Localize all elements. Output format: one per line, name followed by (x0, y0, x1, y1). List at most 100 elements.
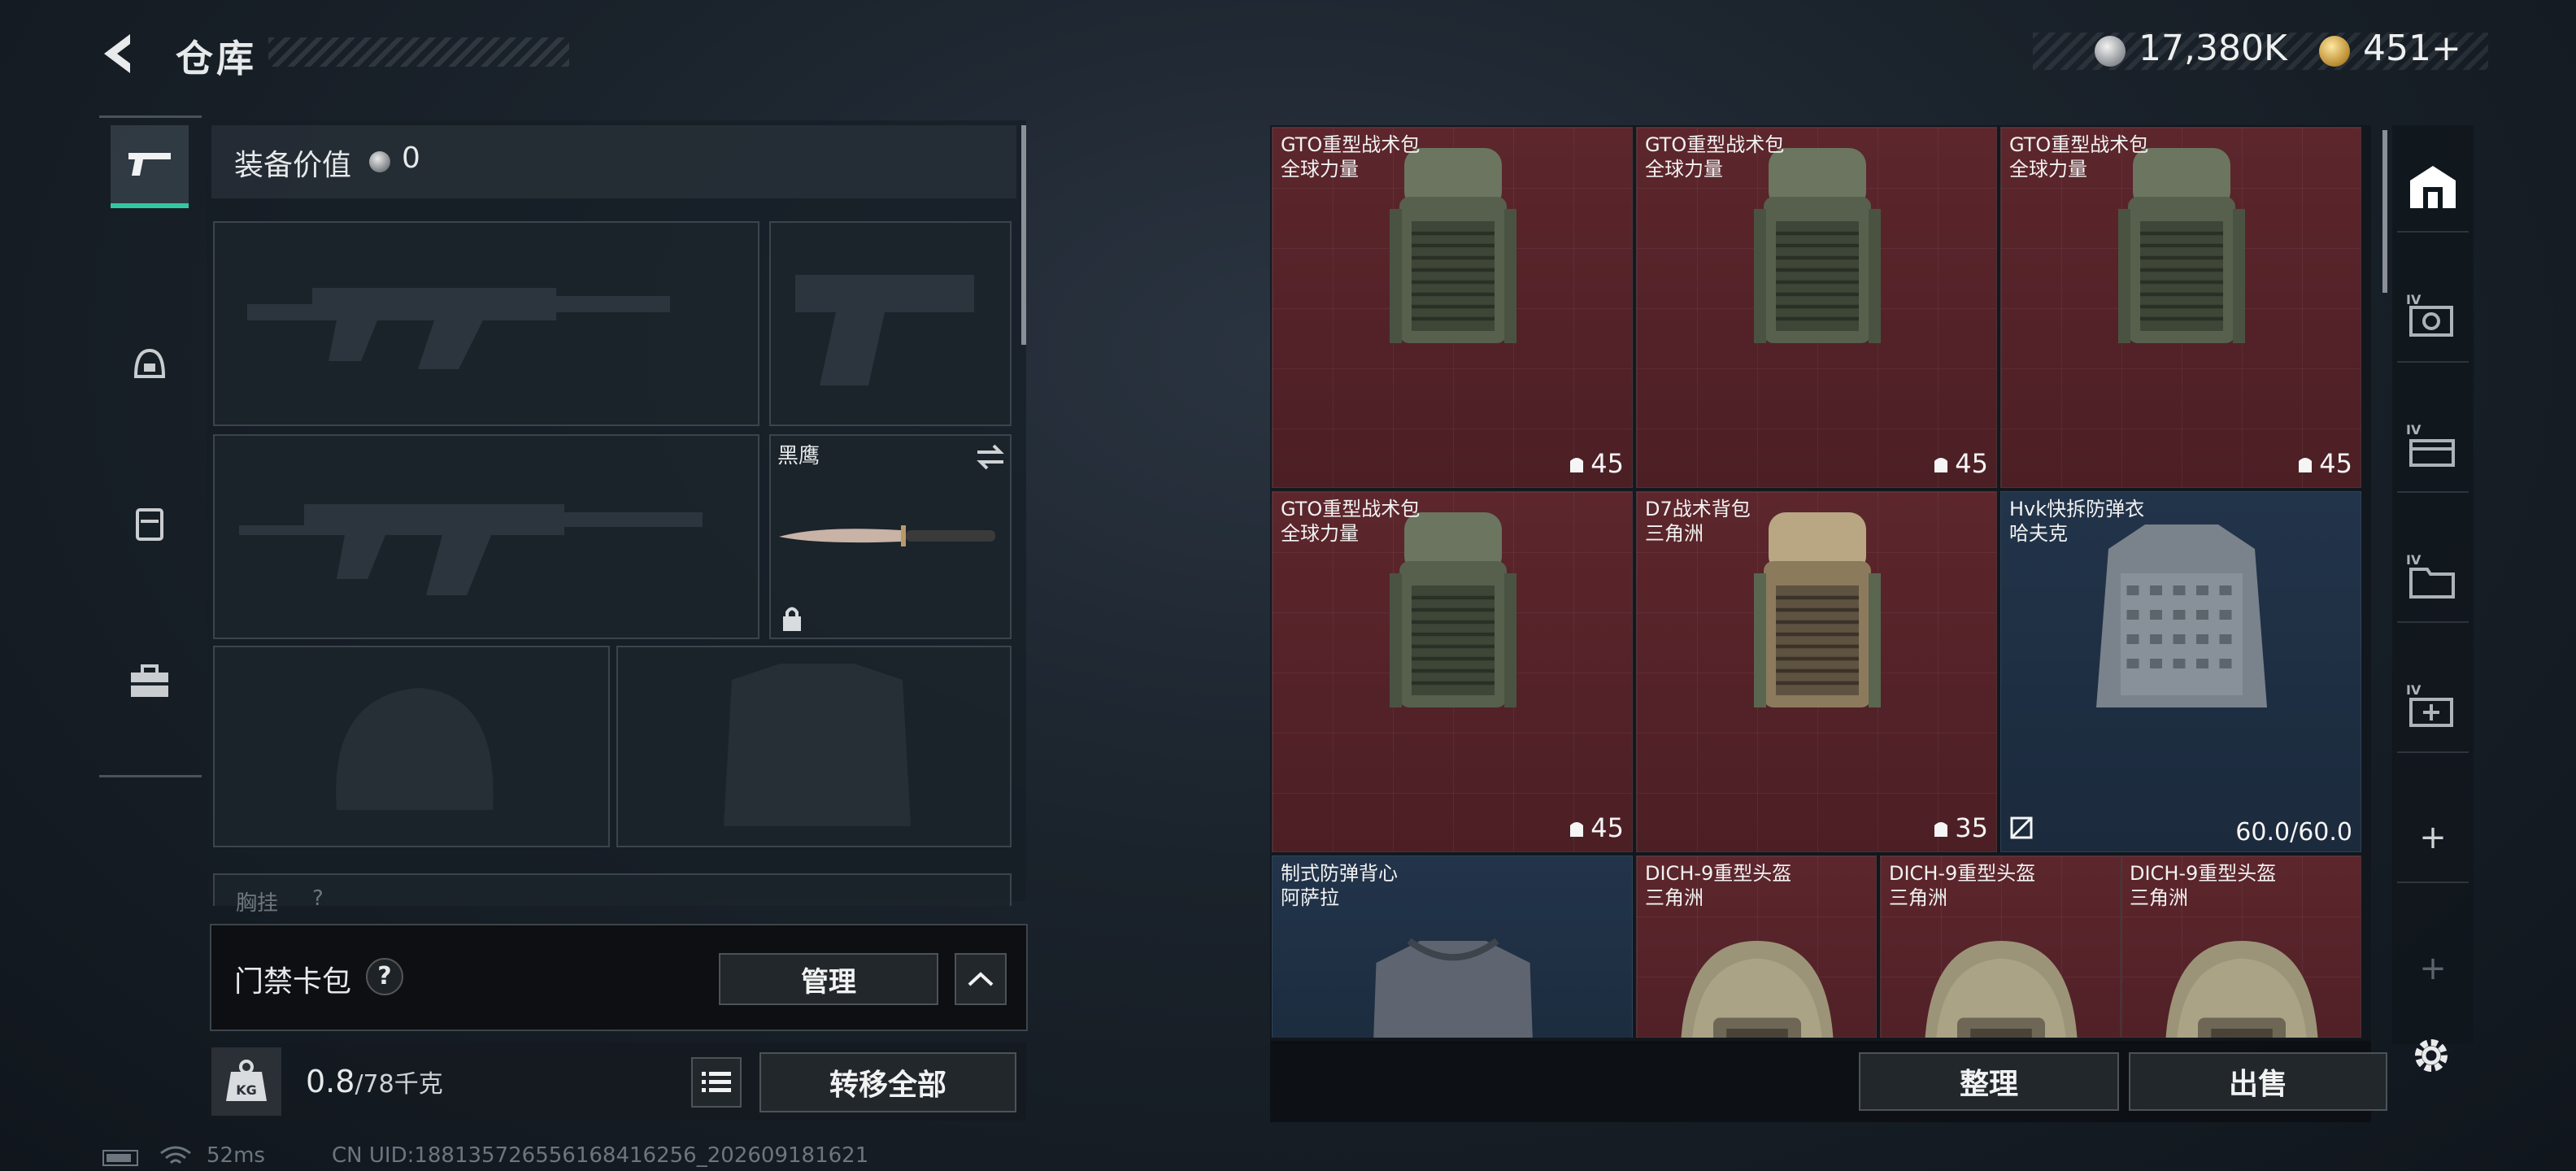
storage-box-icon: IV (2406, 422, 2455, 467)
backpack-icon (1390, 148, 1516, 343)
item-capacity: 45 (2296, 448, 2352, 479)
tab-main-storage[interactable] (2397, 143, 2469, 233)
helmet-silhouette-icon (336, 688, 494, 810)
equipment-value: 0 (402, 141, 420, 175)
capacity-icon (1934, 822, 1948, 837)
toolbox-icon (131, 664, 168, 697)
primary-weapon-slot[interactable] (213, 221, 759, 426)
storage-item[interactable]: DICH-9重型头盔 三角洲 (2121, 855, 2361, 1038)
lock-icon (783, 607, 801, 631)
swap-icon[interactable] (974, 442, 1007, 472)
item-source: 三角洲 (1645, 522, 1704, 545)
helmet-tab-icon (133, 348, 166, 378)
transfer-all-button[interactable]: 转移全部 (759, 1052, 1016, 1112)
weight-max: /78千克 (355, 1070, 443, 1099)
value-coin-icon (369, 151, 390, 172)
helmet-icon (2165, 941, 2318, 1038)
storage-item[interactable]: Hvk快拆防弹衣 哈夫克 60.0/60.0 (2000, 491, 2361, 852)
svg-text:IV: IV (2406, 422, 2422, 437)
svg-text:IV: IV (2406, 682, 2422, 698)
wifi-icon (160, 1146, 191, 1164)
equipment-scrollbar[interactable] (1021, 125, 1026, 345)
storage-item[interactable]: 制式防弹背心 阿萨拉 (1272, 855, 1633, 1038)
item-name: D7战术背包 (1645, 498, 1751, 520)
item-name: DICH-9重型头盔 (2130, 862, 2277, 885)
tab-helmet[interactable] (111, 325, 189, 403)
melee-name: 黑鹰 (777, 444, 820, 468)
item-source: 哈夫克 (2009, 522, 2068, 545)
storage-grid: GTO重型战术包 全球力量 45 GTO重型战术包 全球力量 45 GTO重型战术包 全球力量… (1272, 127, 2371, 1038)
sell-button[interactable]: 出售 (2129, 1052, 2387, 1111)
capacity-icon (1570, 822, 1584, 837)
plain-vest-icon (1373, 938, 1533, 1038)
body-armor-slot[interactable] (616, 646, 1012, 847)
chest-rig-slot[interactable]: 胸挂 ? (213, 873, 1012, 916)
item-source: 全球力量 (1281, 522, 1359, 545)
weight-readout: 0.8/78千克 (306, 1064, 443, 1099)
add-storage-button-disabled: + (2419, 950, 2447, 987)
back-arrow-icon[interactable] (98, 29, 146, 78)
kg-weight-icon: KG (226, 1060, 267, 1101)
storage-item[interactable]: GTO重型战术包 全球力量 45 (2000, 127, 2361, 488)
item-capacity: 35 (1932, 812, 1988, 843)
access-card-help-icon[interactable]: ? (366, 958, 403, 995)
tan-backpack-icon (1754, 512, 1881, 707)
storage-item[interactable]: DICH-9重型头盔 三角洲 (1880, 855, 2121, 1038)
gold-currency-amount[interactable]: 451+ (2363, 28, 2461, 69)
body-armor-icon (2096, 525, 2267, 707)
title-decoration (268, 37, 569, 67)
capacity-icon (1570, 458, 1584, 472)
item-source: 三角洲 (1645, 886, 1704, 909)
tab-storage-iv-camera[interactable]: IV (2397, 273, 2469, 363)
armor-tab-icon (136, 508, 163, 541)
helmet-slot[interactable] (213, 646, 610, 847)
secondary-weapon-slot[interactable] (213, 434, 759, 639)
user-uid: CN UID:188135726556168416256_20260918162… (332, 1143, 869, 1168)
item-name: DICH-9重型头盔 (1645, 862, 1792, 885)
storage-item[interactable]: GTO重型战术包 全球力量 45 (1636, 127, 1997, 488)
storage-item[interactable]: DICH-9重型头盔 三角洲 (1636, 855, 1877, 1038)
storage-item[interactable]: GTO重型战术包 全球力量 45 (1272, 127, 1633, 488)
tab-storage-iv-medical[interactable]: IV (2397, 664, 2469, 753)
chest-rig-help-icon[interactable]: ? (312, 886, 324, 911)
tab-storage-iv-box[interactable]: IV (2397, 403, 2469, 493)
knife-icon (779, 525, 995, 546)
capacity-icon (1934, 458, 1948, 472)
item-name: GTO重型战术包 (1281, 133, 1421, 156)
gear-icon[interactable] (2408, 1033, 2454, 1078)
silver-coin-icon (2095, 36, 2126, 67)
storage-item[interactable]: D7战术背包 三角洲 35 (1636, 491, 1997, 852)
storage-item[interactable]: GTO重型战术包 全球力量 45 (1272, 491, 1633, 852)
helmet-icon (1681, 941, 1834, 1038)
rifle-silhouette-icon (247, 288, 670, 369)
storage-scrollbar[interactable] (2382, 130, 2387, 293)
list-view-button[interactable] (691, 1057, 742, 1108)
melee-slot[interactable]: 黑鹰 (769, 434, 1012, 639)
storage-medical-icon: IV (2406, 682, 2453, 727)
tab-toolbox[interactable] (111, 642, 189, 720)
equipment-value-label: 装备价值 (234, 149, 352, 182)
tab-armor[interactable] (111, 485, 189, 563)
weight-icon-box: KG (211, 1047, 281, 1116)
item-capacity: 45 (1568, 812, 1624, 843)
tidy-button[interactable]: 整理 (1859, 1052, 2119, 1111)
collapse-button[interactable] (955, 953, 1007, 1005)
item-durability: 60.0/60.0 (2235, 818, 2352, 847)
item-source: 全球力量 (1645, 158, 1723, 181)
item-source: 三角洲 (1889, 886, 1947, 909)
access-card-manage-button[interactable]: 管理 (719, 953, 938, 1005)
gold-coin-icon (2319, 36, 2350, 67)
item-name: GTO重型战术包 (2009, 133, 2149, 156)
svg-text:IV: IV (2406, 292, 2422, 307)
weight-current: 0.8 (306, 1064, 355, 1099)
storage-folder-icon: IV (2406, 552, 2455, 599)
helmet-icon (1925, 941, 2078, 1038)
add-storage-button[interactable]: + (2397, 794, 2469, 883)
tab-storage-iv-folder[interactable]: IV (2397, 533, 2469, 623)
item-name: GTO重型战术包 (1281, 498, 1421, 520)
battery-icon (102, 1150, 138, 1166)
sidearm-slot[interactable] (769, 221, 1012, 426)
item-name: Hvk快拆防弹衣 (2009, 498, 2145, 520)
tab-weapons[interactable] (111, 125, 189, 208)
item-source: 全球力量 (2009, 158, 2087, 181)
